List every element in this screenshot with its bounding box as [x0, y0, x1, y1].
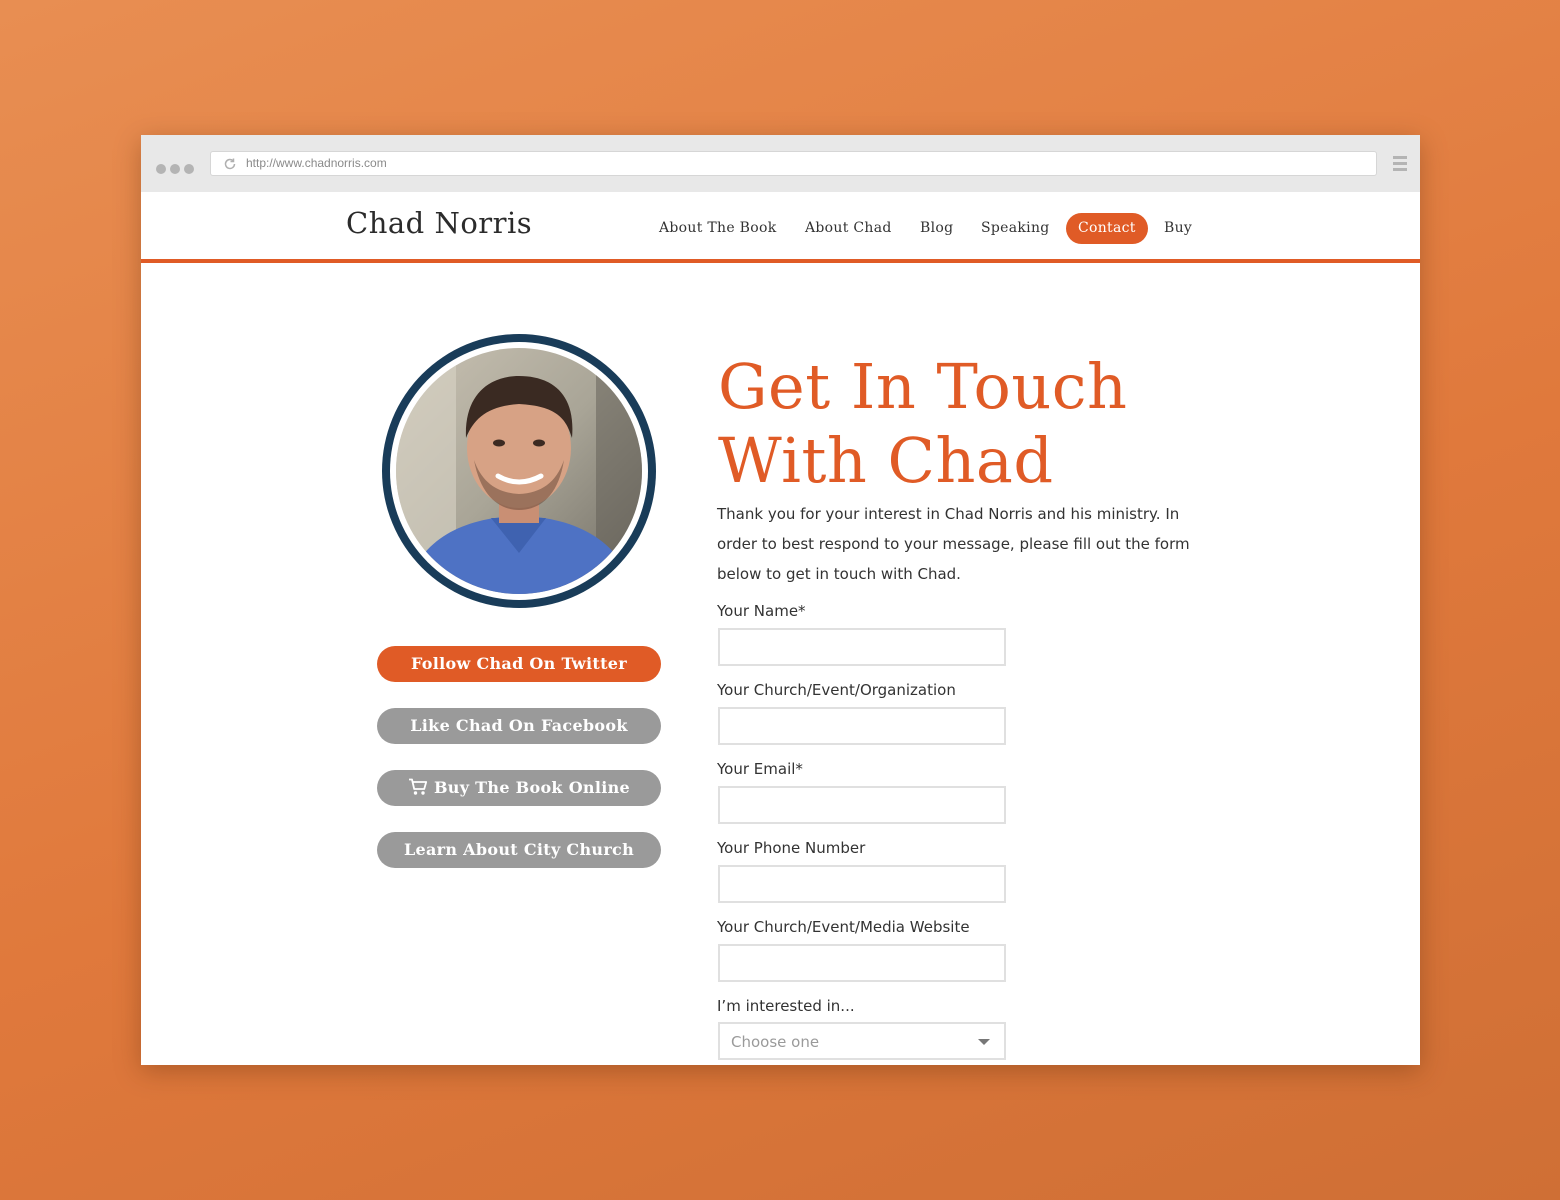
- organization-label: Your Church/Event/Organization: [717, 681, 956, 699]
- page-title: Get In Touch With Chad: [718, 350, 1278, 498]
- nav-item-speaking[interactable]: Speaking: [981, 213, 1050, 244]
- phone-label: Your Phone Number: [717, 839, 866, 857]
- interest-select-value: Choose one: [731, 1033, 820, 1051]
- intro-text: Thank you for your interest in Chad Norr…: [717, 505, 1190, 583]
- url-text[interactable]: http://www.chadnorris.com: [246, 156, 387, 170]
- interest-select[interactable]: Choose one: [718, 1022, 1006, 1060]
- browser-window: http://www.chadnorris.com Chad Norris Ab…: [141, 135, 1420, 1065]
- website-label: Your Church/Event/Media Website: [717, 918, 970, 936]
- window-dot-icon[interactable]: [156, 164, 166, 174]
- site-header: Chad Norris About The Book About Chad Bl…: [141, 192, 1420, 263]
- name-field[interactable]: [718, 628, 1006, 666]
- nav-item-buy[interactable]: Buy: [1164, 213, 1192, 244]
- buy-book-button[interactable]: Buy The Book Online: [377, 770, 661, 806]
- window-controls[interactable]: [156, 159, 198, 178]
- browser-toolbar: http://www.chadnorris.com: [141, 135, 1420, 193]
- website-field[interactable]: [718, 944, 1006, 982]
- window-dot-icon[interactable]: [170, 164, 180, 174]
- window-dot-icon[interactable]: [184, 164, 194, 174]
- email-field[interactable]: [718, 786, 1006, 824]
- city-church-button[interactable]: Learn About City Church: [377, 832, 661, 868]
- site-logo[interactable]: Chad Norris: [346, 206, 532, 240]
- organization-field[interactable]: [718, 707, 1006, 745]
- chevron-down-icon: [978, 1039, 990, 1045]
- nav-item-about-the-book[interactable]: About The Book: [659, 213, 777, 244]
- twitter-follow-button[interactable]: Follow Chad On Twitter: [377, 646, 661, 682]
- name-label: Your Name*: [717, 602, 806, 620]
- page-title-line1: Get In Touch: [718, 350, 1128, 423]
- email-label: Your Email*: [717, 760, 803, 778]
- buy-book-label: Buy The Book Online: [433, 778, 631, 797]
- address-bar[interactable]: http://www.chadnorris.com: [210, 151, 1377, 176]
- nav-item-contact[interactable]: Contact: [1066, 213, 1148, 244]
- interest-label: I’m interested in...: [717, 997, 855, 1015]
- phone-field[interactable]: [718, 865, 1006, 903]
- reload-icon[interactable]: [223, 157, 237, 171]
- nav-item-blog[interactable]: Blog: [920, 213, 953, 244]
- facebook-like-button[interactable]: Like Chad On Facebook: [377, 708, 661, 744]
- cart-icon: [408, 778, 428, 795]
- author-avatar: [382, 334, 656, 608]
- page-title-line2: With Chad: [718, 424, 1054, 497]
- author-photo: [396, 348, 642, 594]
- nav-item-about-chad[interactable]: About Chad: [805, 213, 892, 244]
- hamburger-menu-icon[interactable]: [1393, 156, 1407, 171]
